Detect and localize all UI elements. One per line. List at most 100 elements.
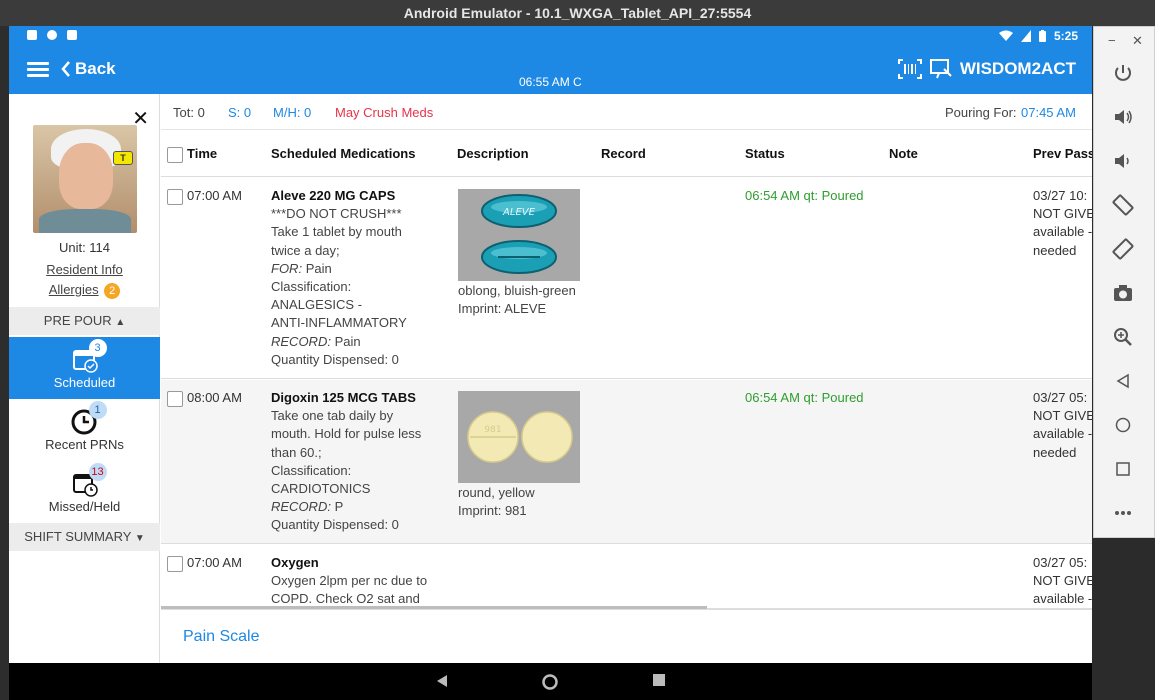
col-time[interactable]: Time (187, 146, 217, 161)
nav-home-icon[interactable] (542, 674, 558, 690)
quantity-dispensed: Quantity Dispensed: 0 (271, 517, 399, 533)
pill-image[interactable]: ALEVE (458, 189, 580, 281)
medication-cell: Oxygen Oxygen 2lpm per nc due to COPD. C… (271, 554, 441, 609)
pill-shape: round, yellow (458, 485, 535, 500)
desktop-background (1093, 538, 1155, 700)
med-text: ***DO NOT CRUSH*** (271, 206, 402, 222)
row-checkbox[interactable] (167, 391, 183, 407)
nav-recents-icon[interactable] (653, 674, 665, 686)
prev-line: NOT GIVE (1033, 573, 1092, 589)
pill-description: oblong, bluish-green Imprint: ALEVE (458, 282, 576, 318)
volume-up-icon[interactable] (1111, 105, 1135, 129)
pill-imprint-text: ALEVE (502, 207, 536, 218)
total-count: Tot: 0 (173, 105, 205, 120)
prev-line: available - (1033, 224, 1092, 240)
pouring-for-time[interactable]: 07:45 AM (1021, 105, 1076, 120)
table-row[interactable]: 08:00 AM Digoxin 125 MCG TABS Take one t… (161, 380, 1092, 544)
nav-recent-prns[interactable]: 1 Recent PRNs (9, 399, 160, 461)
col-status[interactable]: Status (745, 146, 785, 161)
medication-name: Aleve 220 MG CAPS (271, 188, 396, 203)
pill-image[interactable]: 981 (458, 391, 580, 483)
missed-held-count: 13 (88, 463, 107, 481)
col-prev-pass[interactable]: Prev Pass (1033, 146, 1092, 161)
pill-imprint: Imprint: 981 (458, 503, 527, 519)
prev-line: needed (1033, 242, 1077, 258)
may-crush-meds-link[interactable]: May Crush Meds (335, 105, 433, 120)
screen-info-icon[interactable] (929, 59, 952, 79)
resident-sidebar: ✕ T Unit: 114 Resident Info Allergies 2 … (9, 94, 160, 663)
shift-summary-toggle[interactable]: SHIFT SUMMARY ▼ (9, 523, 160, 551)
pill-imprint-text: 981 (484, 425, 501, 435)
medication-cell: Aleve 220 MG CAPS ***DO NOT CRUSH*** Tak… (271, 187, 441, 369)
pre-pour-toggle[interactable]: PRE POUR ▲ (9, 307, 160, 335)
for-value: Pain (305, 260, 332, 276)
zoom-icon[interactable] (1111, 325, 1135, 349)
allergies-link[interactable]: Allergies (49, 282, 99, 297)
shift-summary-label: SHIFT SUMMARY (24, 529, 132, 544)
row-checkbox[interactable] (167, 556, 183, 572)
camera-icon[interactable] (1111, 281, 1135, 305)
prev-line: NOT GIVE (1033, 206, 1092, 222)
classification-value: ANALGESICS - (271, 297, 363, 313)
nav-scheduled-label: Scheduled (53, 375, 116, 390)
med-text: Take one tab daily by (271, 408, 394, 424)
status-time: 5:25 (1053, 29, 1078, 43)
cell-signal-icon (1020, 30, 1031, 42)
minimize-icon[interactable]: − (1108, 33, 1116, 48)
unit-label: Unit: 114 (58, 240, 111, 255)
prev-line: available - (1033, 426, 1092, 442)
row-time: 07:00 AM (187, 188, 242, 203)
rotate-right-icon[interactable] (1111, 237, 1135, 261)
quantity-dispensed: Quantity Dispensed: 0 (271, 351, 399, 367)
table-header: Time Scheduled Medications Description R… (161, 131, 1092, 177)
row-status: 06:54 AM qt: Poured (745, 188, 864, 203)
record-label: RECORD: (271, 333, 331, 349)
scheduled-count: 3 (88, 339, 107, 357)
close-window-icon[interactable]: ✕ (1132, 33, 1143, 49)
nav-back-icon[interactable] (435, 674, 449, 688)
rotate-left-icon[interactable] (1111, 193, 1135, 217)
back-triangle-icon[interactable] (1111, 369, 1135, 393)
resident-info-link[interactable]: Resident Info (46, 262, 123, 277)
table-row[interactable]: 07:00 AM Oxygen Oxygen 2lpm per nc due t… (161, 545, 1092, 609)
medication-name: Digoxin 125 MCG TABS (271, 390, 416, 405)
home-circle-icon[interactable] (1111, 413, 1135, 437)
med-text: mouth. Hold for pulse less (271, 426, 422, 442)
hamburger-menu-icon[interactable] (27, 62, 49, 78)
android-status-bar: 5:25 (9, 26, 1092, 48)
med-text: than 60.; (271, 444, 322, 460)
pain-scale-button[interactable]: Pain Scale (183, 628, 260, 646)
classification-value: CARDIOTONICS (271, 481, 371, 497)
prev-line: 03/27 05: (1033, 555, 1088, 570)
missed-held-total: M/H: 0 (273, 105, 312, 120)
sd-card-icon (67, 30, 77, 40)
previous-pass: 03/27 05: NOT GIVE available - needed (1033, 389, 1092, 462)
nav-missed-held[interactable]: 13 Missed/Held (9, 461, 160, 523)
app-clock: 06:55 AM C (519, 75, 582, 89)
more-options-icon[interactable] (1111, 501, 1135, 525)
select-all-checkbox[interactable] (167, 147, 183, 163)
nav-scheduled[interactable]: 3 Scheduled (9, 337, 160, 399)
pill-imprint: Imprint: ALEVE (458, 301, 547, 317)
prev-line: 03/27 05: (1033, 390, 1088, 405)
back-button[interactable]: Back (61, 59, 116, 79)
classification-label: Classification: (271, 462, 352, 478)
col-scheduled-medications[interactable]: Scheduled Medications (271, 146, 415, 161)
col-record[interactable]: Record (601, 146, 646, 161)
col-note[interactable]: Note (889, 146, 918, 161)
row-checkbox[interactable] (167, 189, 183, 205)
resident-photo: T (33, 125, 137, 233)
power-icon[interactable] (1111, 61, 1135, 85)
record-value: P (334, 499, 344, 515)
previous-pass: 03/27 10: NOT GIVE available - needed (1033, 187, 1092, 260)
overview-square-icon[interactable] (1111, 457, 1135, 481)
barcode-scan-icon[interactable] (897, 59, 922, 79)
caret-down-icon: ▼ (134, 533, 145, 544)
summary-bar: Tot: 0 S: 0 M/H: 0 May Crush Meds Pourin… (161, 94, 1092, 130)
medication-pass-panel: Tot: 0 S: 0 M/H: 0 May Crush Meds Pourin… (161, 94, 1092, 609)
volume-down-icon[interactable] (1111, 149, 1135, 173)
row-time: 08:00 AM (187, 390, 242, 405)
table-row[interactable]: 07:00 AM Aleve 220 MG CAPS ***DO NOT CRU… (161, 178, 1092, 379)
window-title: Android Emulator - 10.1_WXGA_Tablet_API_… (403, 5, 752, 21)
col-description[interactable]: Description (457, 146, 529, 161)
